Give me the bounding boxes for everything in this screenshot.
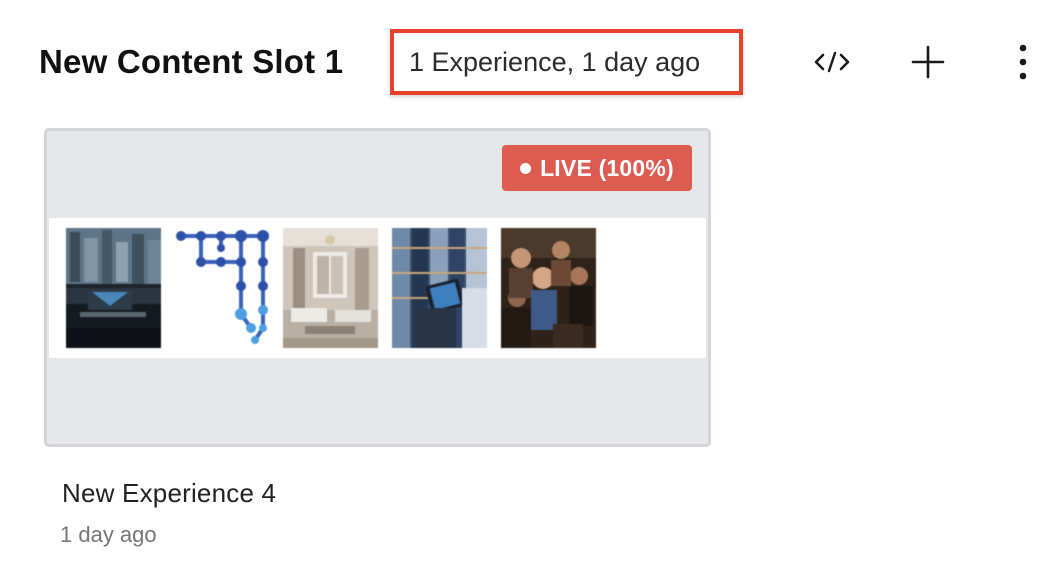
more-options-button[interactable] [1008,38,1038,86]
status-badge-label: LIVE (100%) [540,154,674,181]
thumbnail-strip [49,218,706,358]
live-dot-icon [520,162,532,174]
code-icon [814,51,850,73]
city-office-desk-image [66,228,161,348]
slot-title: New Content Slot 1 [39,43,344,80]
experience-timestamp: 1 day ago [60,522,157,547]
content-slot-page: New Content Slot 1 1 Experience, 1 day a… [0,0,1052,576]
more-vertical-icon [1019,44,1027,80]
experience-card[interactable]: LIVE (100%) [44,128,711,447]
living-room-interior-image [283,228,378,348]
warehouse-tablet-image [392,228,487,348]
experience-name[interactable]: New Experience 4 [62,476,276,510]
plus-icon [911,45,945,79]
status-badge: LIVE (100%) [502,145,692,191]
add-experience-button[interactable] [904,38,952,86]
crowd-people-image [501,228,596,348]
slot-meta: 1 Experience, 1 day ago [409,47,701,77]
embed-code-button[interactable] [808,42,856,82]
blue-dot-network-image [175,228,270,348]
